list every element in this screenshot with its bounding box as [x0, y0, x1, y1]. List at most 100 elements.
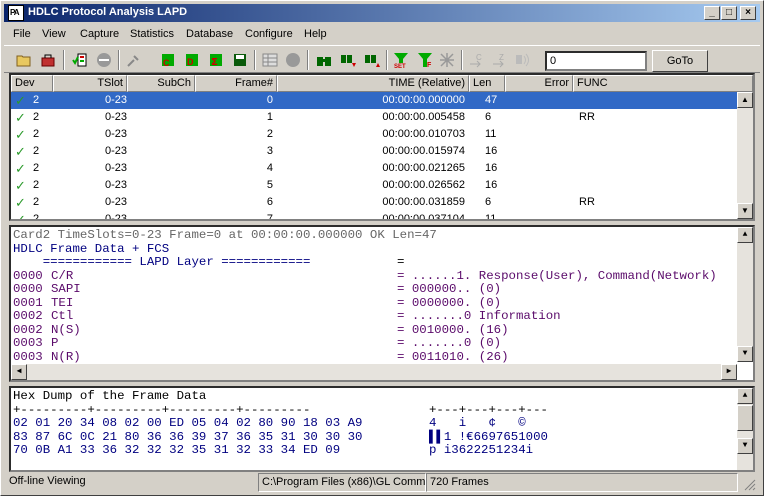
col-time[interactable]: TIME (Relative)	[277, 75, 469, 92]
cell-tslot: 0-23	[104, 128, 127, 140]
field-name: P	[51, 336, 59, 350]
cell-frame: 0	[266, 94, 273, 106]
save-icon[interactable]	[229, 49, 251, 71]
col-tslot[interactable]: TSlot	[53, 75, 127, 92]
check-icon: ✓	[15, 212, 26, 221]
decode-pane[interactable]: Card2 TimeSlots=0-23 Frame=0 at 00:00:00…	[9, 225, 755, 382]
cell-frame: 3	[266, 145, 273, 157]
table-row[interactable]: ✓ 2 0-23 3 00:00:00.015974 16	[11, 143, 739, 160]
clear-filter-icon[interactable]	[436, 49, 458, 71]
menu-capture[interactable]: Capture	[80, 28, 119, 40]
table-row[interactable]: ✓ 2 0-23 2 00:00:00.010703 11	[11, 126, 739, 143]
hex-ruler: +---------+---------+---------+---------	[13, 402, 311, 417]
scroll-up-button[interactable]: ▲	[737, 92, 753, 108]
col-subch[interactable]: SubCh	[127, 75, 195, 92]
hex-title: Hex Dump of the Frame Data	[13, 389, 207, 403]
menu-view[interactable]: View	[42, 28, 66, 40]
col-frame[interactable]: Frame#	[195, 75, 277, 92]
find-up-icon[interactable]	[361, 49, 383, 71]
filter-funnel-icon[interactable]: F	[414, 49, 436, 71]
summary-grid-icon[interactable]	[259, 49, 281, 71]
hex-dump-pane[interactable]: Hex Dump of the Frame Data +---------+--…	[9, 386, 755, 472]
open-capture-icon[interactable]	[37, 49, 59, 71]
cell-error	[505, 160, 569, 177]
status-path: C:\Program Files (x86)\GL Commu	[258, 473, 426, 492]
table-row[interactable]: ✓ 2 0-23 7 00:00:00.037104 11	[11, 211, 739, 221]
col-error[interactable]: Error	[505, 75, 573, 92]
hex-scroll-up[interactable]: ▲	[737, 388, 753, 404]
call-c-icon[interactable]: C	[466, 49, 488, 71]
menu-database[interactable]: Database	[186, 28, 233, 40]
resize-grip-icon[interactable]	[744, 479, 756, 491]
title-bar[interactable]: PA HDLC Protocol Analysis LAPD _ □ ×	[4, 4, 760, 22]
hex-scroll-down[interactable]: ▼	[737, 438, 753, 454]
table-row[interactable]: ✓ 2 0-23 0 00:00:00.000000 47	[11, 92, 739, 109]
field-offset: 0002	[13, 309, 43, 323]
decode-scroll-right[interactable]: ▶	[721, 364, 737, 380]
field-value: = .......0 Information	[397, 309, 561, 323]
menu-statistics[interactable]: Statistics	[130, 28, 174, 40]
col-len[interactable]: Len	[469, 75, 505, 92]
scroll-down-button[interactable]: ▼	[737, 203, 753, 219]
table-row[interactable]: ✓ 2 0-23 6 00:00:00.031859 6 RR	[11, 194, 739, 211]
table-row[interactable]: ✓ 2 0-23 1 00:00:00.005458 6 RR	[11, 109, 739, 126]
decode-scroll-down[interactable]: ▼	[737, 346, 753, 362]
cell-tslot: 0-23	[104, 179, 127, 191]
cell-frame: 6	[266, 196, 273, 208]
table-row[interactable]: ✓ 2 0-23 5 00:00:00.026562 16	[11, 177, 739, 194]
menu-help[interactable]: Help	[304, 28, 327, 40]
minimize-button[interactable]: _	[704, 6, 720, 20]
field-offset: 0000	[13, 282, 43, 296]
col-dev[interactable]: Dev	[11, 75, 53, 92]
hex-scroll-thumb[interactable]	[737, 405, 753, 431]
app-icon[interactable]: PA	[8, 5, 24, 21]
layer-eq: =	[397, 255, 405, 269]
frame-list-scrollbar[interactable]: ▲ ▼	[737, 92, 753, 219]
table-row[interactable]: ✓ 2 0-23 4 00:00:00.021265 16	[11, 160, 739, 177]
frame-number-input[interactable]: 0	[545, 51, 647, 71]
cell-tslot: 0-23	[104, 213, 127, 221]
col-func[interactable]: FUNC	[573, 75, 753, 92]
hex-line: 70 0B A1 33 36 32 32 32 35 31 32 33 34 E…	[13, 443, 341, 457]
cell-subch	[127, 194, 195, 211]
svg-text:C: C	[163, 58, 170, 68]
field-value: = 0000000. (0)	[397, 295, 502, 310]
decode-scroll-up[interactable]: ▲	[737, 227, 753, 243]
filter-check-icon[interactable]	[69, 49, 91, 71]
circle-icon[interactable]	[282, 49, 304, 71]
frame-list[interactable]: Dev TSlot SubCh Frame# TIME (Relative) L…	[9, 73, 755, 221]
cell-tslot: 0-23	[104, 111, 127, 123]
cell-func	[579, 211, 639, 219]
menu-file[interactable]: File	[13, 28, 31, 40]
capture-sum-icon[interactable]: Σ	[205, 49, 227, 71]
check-icon: ✓	[15, 127, 26, 142]
cell-tslot: 0-23	[104, 145, 127, 157]
field-name: C/R	[51, 268, 74, 283]
set-filter-icon[interactable]: SET	[390, 49, 412, 71]
pdd-icon[interactable]	[512, 49, 534, 71]
call-z-icon[interactable]: Z	[489, 49, 511, 71]
find-icon[interactable]	[313, 49, 335, 71]
maximize-button[interactable]: □	[721, 6, 737, 20]
decode-hscroll[interactable]: ◀ ▶	[11, 364, 737, 380]
cell-len: 16	[485, 162, 498, 174]
close-button[interactable]: ×	[740, 6, 756, 20]
cell-subch	[127, 160, 195, 177]
field-name: N(R)	[51, 349, 81, 364]
open-folder-icon[interactable]	[13, 49, 35, 71]
find-down-icon[interactable]	[337, 49, 359, 71]
cell-time: 00:00:00.021265	[382, 162, 465, 174]
connect-icon[interactable]	[123, 49, 145, 71]
capture-d-icon[interactable]: D	[181, 49, 203, 71]
cell-error	[505, 211, 569, 219]
layer-title: ============ LAPD Layer ============	[13, 255, 311, 269]
stop-icon[interactable]	[93, 49, 115, 71]
field-value: = 000000.. (0)	[397, 282, 502, 296]
goto-button[interactable]: GoTo	[652, 50, 708, 72]
decode-vscroll[interactable]: ▲ ▼	[737, 227, 753, 362]
decode-scroll-left[interactable]: ◀	[11, 364, 27, 380]
svg-text:D: D	[187, 57, 194, 67]
menu-configure[interactable]: Configure	[245, 28, 293, 40]
capture-start-icon[interactable]: C	[157, 49, 179, 71]
hex-vscroll[interactable]: ▲ ▼	[737, 388, 753, 470]
